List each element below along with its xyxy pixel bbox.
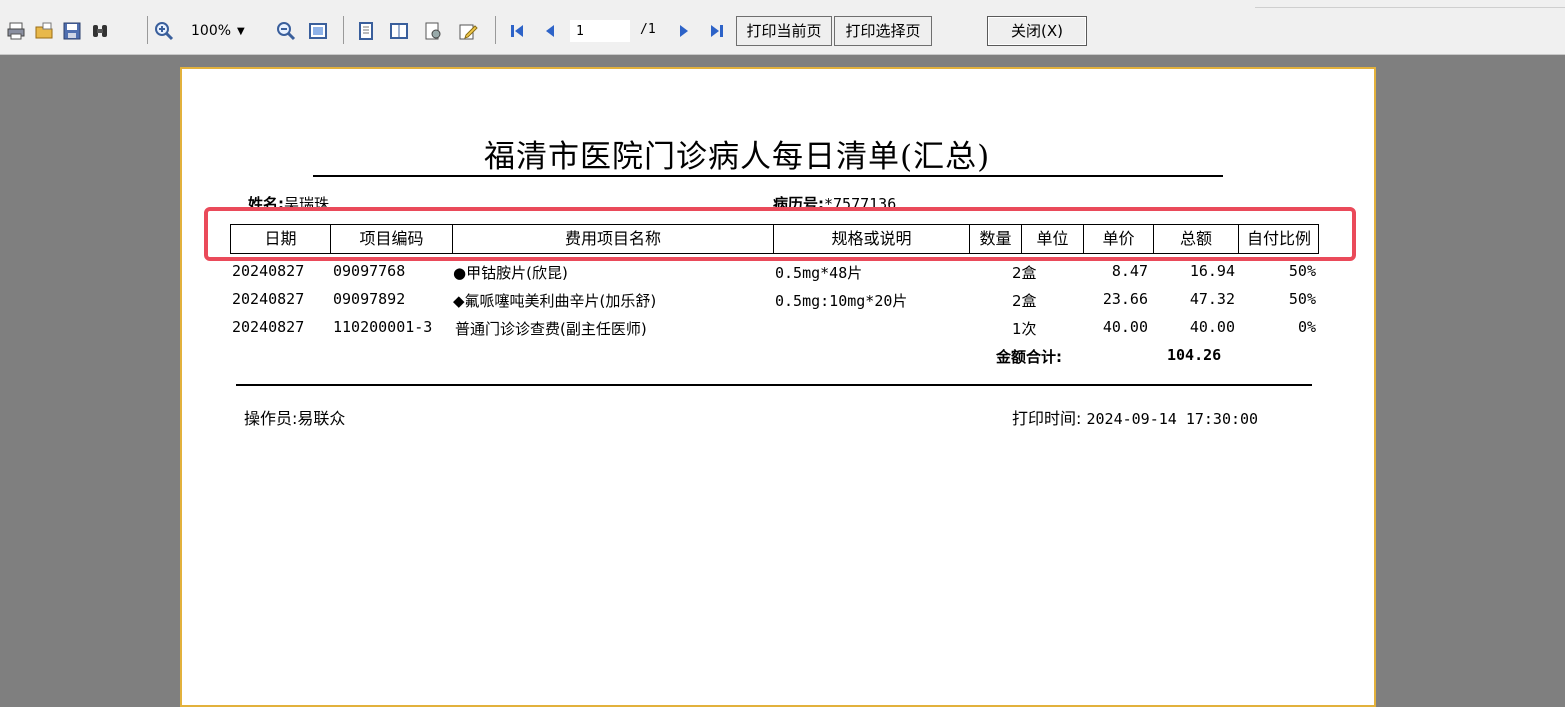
page-number-input[interactable]: 1: [569, 19, 631, 43]
zoom-out-icon[interactable]: [275, 20, 297, 42]
toolbar-top-line: [1255, 7, 1565, 8]
open-folder-icon[interactable]: [33, 20, 55, 42]
chevron-down-icon: ▼: [237, 25, 245, 37]
zoom-value: 100%: [191, 23, 232, 39]
row-item-name: ◆氟哌噻吨美利曲辛片(加乐舒): [453, 292, 657, 310]
toolbar-separator: [495, 16, 496, 44]
highlight-box: [204, 207, 1356, 261]
operator: 操作员:易联众: [244, 405, 345, 429]
row-item-name: ●甲钴胺片(欣昆): [453, 264, 568, 282]
row-item-name: 普通门诊诊查费(副主任医师): [455, 320, 647, 338]
row-amount: 47.32: [1189, 290, 1235, 308]
print-time-value: 2024-09-14 17:30:00: [1086, 410, 1259, 428]
row-amount: 16.94: [1189, 262, 1235, 280]
toolbar-separator: [147, 16, 148, 44]
fit-page-icon[interactable]: [307, 20, 329, 42]
report-title: 福清市医院门诊病人每日清单(汇总): [484, 139, 991, 175]
row-self-pay-ratio: 50%: [1288, 262, 1316, 280]
last-page-icon[interactable]: [706, 20, 728, 42]
print-icon[interactable]: [5, 20, 27, 42]
operator-label: 操作员:: [244, 409, 298, 428]
toolbar-separator: [343, 16, 344, 44]
print-time-label: 打印时间:: [1012, 409, 1082, 428]
row-date: 20240827: [232, 290, 305, 308]
row-spec: 0.5mg*48片: [775, 264, 863, 282]
previous-page-icon[interactable]: [539, 20, 561, 42]
first-page-icon[interactable]: [506, 20, 528, 42]
row-date: 20240827: [232, 318, 305, 336]
row-quantity: 2盒: [1012, 264, 1037, 282]
save-icon[interactable]: [61, 20, 83, 42]
row-code: 09097892: [333, 290, 406, 308]
two-pages-icon[interactable]: [388, 20, 410, 42]
row-amount: 40.00: [1189, 318, 1235, 336]
row-self-pay-ratio: 0%: [1297, 318, 1316, 336]
row-date: 20240827: [232, 262, 305, 280]
row-code: 110200001-3: [333, 318, 433, 336]
zoom-select[interactable]: 100% ▼: [191, 20, 245, 42]
zoom-in-icon[interactable]: [153, 20, 175, 42]
row-unit-price: 23.66: [1102, 290, 1148, 308]
total-amount-value: 104.26: [1167, 346, 1222, 364]
row-quantity: 1次: [1012, 320, 1037, 338]
report-viewer-toolbar: 100% ▼ 1 /1 打印当前页 打印选择页 关闭(X): [0, 0, 1565, 55]
row-spec: 0.5mg:10mg*20片: [775, 292, 908, 310]
next-page-icon[interactable]: [673, 20, 695, 42]
binoculars-icon[interactable]: [89, 20, 111, 42]
row-quantity: 2盒: [1012, 292, 1037, 310]
page-setup-icon[interactable]: [422, 20, 444, 42]
operator-value: 易联众: [297, 409, 346, 428]
print-current-page-button[interactable]: 打印当前页: [736, 16, 832, 46]
edit-icon[interactable]: [457, 20, 479, 42]
row-self-pay-ratio: 50%: [1288, 290, 1316, 308]
footer-divider: [236, 384, 1312, 386]
close-button[interactable]: 关闭(X): [987, 16, 1087, 46]
row-unit-price: 8.47: [1111, 262, 1148, 280]
row-code: 09097768: [333, 262, 406, 280]
single-page-icon[interactable]: [355, 20, 377, 42]
page-total: /1: [640, 22, 656, 37]
title-underline: [313, 175, 1223, 177]
row-unit-price: 40.00: [1102, 318, 1148, 336]
print-time: 打印时间: 2024-09-14 17:30:00: [1012, 405, 1258, 429]
print-selected-page-button[interactable]: 打印选择页: [834, 16, 932, 46]
total-amount-label: 金额合计:: [996, 348, 1062, 366]
